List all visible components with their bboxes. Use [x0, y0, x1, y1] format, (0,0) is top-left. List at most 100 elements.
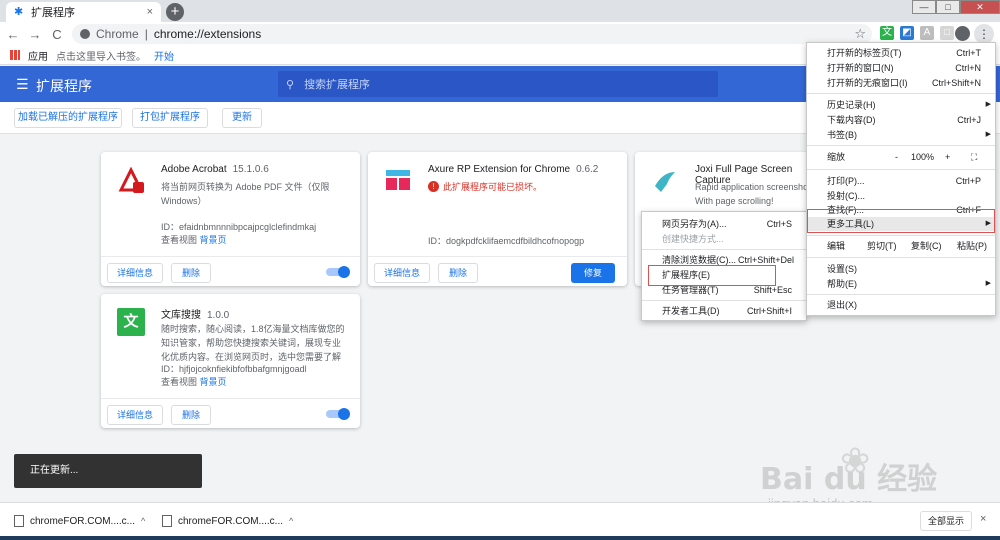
- copy-button[interactable]: 复制(C): [911, 239, 942, 253]
- menu-shortcut: Ctrl+Shift+N: [931, 78, 981, 88]
- profile-avatar-icon[interactable]: [955, 26, 970, 41]
- chrome-menu-button[interactable]: ⋮: [974, 24, 994, 44]
- background-page-link[interactable]: 背景页: [200, 377, 227, 387]
- menu-separator: [807, 294, 995, 295]
- reload-button[interactable]: C: [48, 27, 66, 42]
- load-unpacked-button[interactable]: 加载已解压的扩展程序: [14, 108, 122, 128]
- details-button[interactable]: 详细信息: [107, 263, 163, 283]
- joxi-ext-icon[interactable]: □: [940, 26, 954, 40]
- download-item[interactable]: chromeFOR.COM....c... ^: [14, 509, 145, 533]
- menu-item-save-as[interactable]: 网页另存为(A)... Ctrl+S: [642, 217, 806, 231]
- menu-item-help[interactable]: 帮助(E) ▶: [807, 277, 995, 291]
- more-tools-submenu: 网页另存为(A)... Ctrl+S 创建快捷方式... 清除浏览数据(C)...…: [641, 211, 807, 321]
- paste-button[interactable]: 粘贴(P): [957, 239, 987, 253]
- back-button[interactable]: ←: [4, 27, 22, 42]
- chevron-up-icon[interactable]: ^: [289, 516, 293, 526]
- menu-separator: [807, 257, 995, 258]
- menu-separator: [642, 249, 806, 250]
- extension-description: 随时搜索，随心阅读，1.8亿海量文档库做您的知识管家，帮助您快捷搜索关键词，展现…: [161, 324, 345, 362]
- pack-extension-button[interactable]: 打包扩展程序: [132, 108, 208, 128]
- menu-shortcut: Ctrl+S: [766, 219, 792, 229]
- remove-button[interactable]: 删除: [171, 405, 211, 425]
- menu-item-label: 打印(P)...: [827, 176, 865, 186]
- menu-item-dev-tools[interactable]: 开发者工具(D) Ctrl+Shift+I: [642, 304, 806, 318]
- menu-item-exit[interactable]: 退出(X): [807, 298, 995, 312]
- menu-item-label: 打开新的标签页(T): [827, 48, 902, 58]
- file-icon: [14, 515, 24, 527]
- import-bookmarks-link[interactable]: 开始: [154, 48, 174, 63]
- close-shelf-icon[interactable]: ×: [980, 513, 986, 525]
- url-separator: |: [144, 27, 148, 41]
- download-item[interactable]: chromeFOR.COM....c... ^: [162, 509, 293, 533]
- menu-separator: [807, 145, 995, 146]
- menu-item-new-window[interactable]: 打开新的窗口(N) Ctrl+N: [807, 61, 995, 75]
- extension-version: 0.6.2: [576, 164, 599, 175]
- watermark-brand: Bai du 经验: [760, 462, 938, 497]
- menu-item-label: 清除浏览数据(C)...: [662, 255, 736, 265]
- extension-description: Rapid application screenshots With page s…: [695, 180, 815, 208]
- site-info-icon[interactable]: [80, 29, 90, 39]
- menu-item-incognito[interactable]: 打开新的无痕窗口(I) Ctrl+Shift+N: [807, 76, 995, 90]
- wenku-ext-icon[interactable]: 文: [880, 26, 894, 40]
- card-footer: 详细信息 删除 修复: [368, 256, 627, 286]
- background-page-link[interactable]: 背景页: [200, 235, 227, 245]
- maximize-button[interactable]: □: [936, 0, 960, 14]
- menu-item-new-tab[interactable]: 打开新的标签页(T) Ctrl+T: [807, 46, 995, 60]
- details-button[interactable]: 详细信息: [107, 405, 163, 425]
- menu-item-cast[interactable]: 投射(C)...: [807, 189, 995, 203]
- os-taskbar: [0, 536, 1000, 540]
- menu-item-settings[interactable]: 设置(S): [807, 262, 995, 276]
- details-button[interactable]: 详细信息: [374, 263, 430, 283]
- extension-version: 1.0.0: [207, 310, 230, 321]
- minimize-button[interactable]: —: [912, 0, 936, 14]
- warning-text: 此扩展程序可能已损坏。: [443, 182, 543, 192]
- show-all-downloads-button[interactable]: 全部显示: [920, 511, 972, 531]
- search-input[interactable]: ⚲ 搜索扩展程序: [278, 71, 718, 97]
- window-close-button[interactable]: ✕: [960, 0, 1000, 14]
- axure-ext-icon[interactable]: ◩: [900, 26, 914, 40]
- menu-item-label: 任务管理器(T): [662, 285, 719, 295]
- tab-close-icon[interactable]: ×: [147, 6, 153, 18]
- menu-item-print[interactable]: 打印(P)... Ctrl+P: [807, 174, 995, 188]
- hamburger-menu-icon[interactable]: ☰: [16, 77, 29, 91]
- apps-grid-icon[interactable]: [10, 50, 20, 60]
- remove-button[interactable]: 删除: [438, 263, 478, 283]
- menu-item-label: 帮助(E): [827, 279, 857, 289]
- acrobat-ext-icon[interactable]: A: [920, 26, 934, 40]
- extension-card-axure: Axure RP Extension for Chrome 0.6.2 ! 此扩展程…: [368, 152, 627, 286]
- url-scheme: Chrome: [96, 27, 139, 41]
- page-title: 扩展程序: [36, 78, 92, 94]
- menu-item-label: 打开新的窗口(N): [827, 63, 894, 73]
- enable-toggle[interactable]: [326, 408, 350, 420]
- zoom-out-button[interactable]: -: [895, 150, 898, 164]
- cut-button[interactable]: 剪切(T): [867, 239, 897, 253]
- acrobat-logo-icon: [117, 166, 145, 194]
- chevron-up-icon[interactable]: ^: [141, 516, 145, 526]
- inspect-views-label: 查看视图: [161, 235, 198, 245]
- extension-name-line: Adobe Acrobat 15.1.0.6: [161, 164, 269, 175]
- menu-item-history[interactable]: 历史记录(H) ▶: [807, 98, 995, 112]
- menu-item-downloads[interactable]: 下载内容(D) Ctrl+J: [807, 113, 995, 127]
- tab-extensions[interactable]: ✱ 扩展程序 ×: [6, 2, 161, 22]
- fullscreen-icon[interactable]: ⛶: [971, 150, 977, 164]
- remove-button[interactable]: 删除: [171, 263, 211, 283]
- tab-title: 扩展程序: [31, 7, 75, 19]
- corrupted-warning: ! 此扩展程序可能已损坏。: [428, 180, 542, 193]
- download-filename: chromeFOR.COM....c...: [178, 515, 284, 527]
- repair-button[interactable]: 修复: [571, 263, 615, 283]
- apps-shortcut[interactable]: 应用: [28, 48, 48, 63]
- menu-separator: [642, 300, 806, 301]
- search-icon: ⚲: [286, 78, 295, 91]
- update-button[interactable]: 更新: [222, 108, 262, 128]
- menu-shortcut: Ctrl+J: [957, 115, 981, 125]
- menu-shortcut: Ctrl+P: [955, 176, 981, 186]
- new-tab-button[interactable]: +: [166, 3, 184, 21]
- forward-button[interactable]: →: [26, 27, 44, 42]
- zoom-in-button[interactable]: +: [945, 150, 950, 164]
- address-bar[interactable]: Chrome | chrome://extensions ☆: [72, 24, 872, 44]
- menu-item-bookmarks[interactable]: 书签(B) ▶: [807, 128, 995, 142]
- extension-card-adobe-acrobat: Adobe Acrobat 15.1.0.6 将当前网页转换为 Adobe PDF…: [101, 152, 360, 286]
- enable-toggle[interactable]: [326, 266, 350, 278]
- search-placeholder: 搜索扩展程序: [304, 79, 371, 91]
- bookmark-star-icon[interactable]: ☆: [854, 26, 866, 42]
